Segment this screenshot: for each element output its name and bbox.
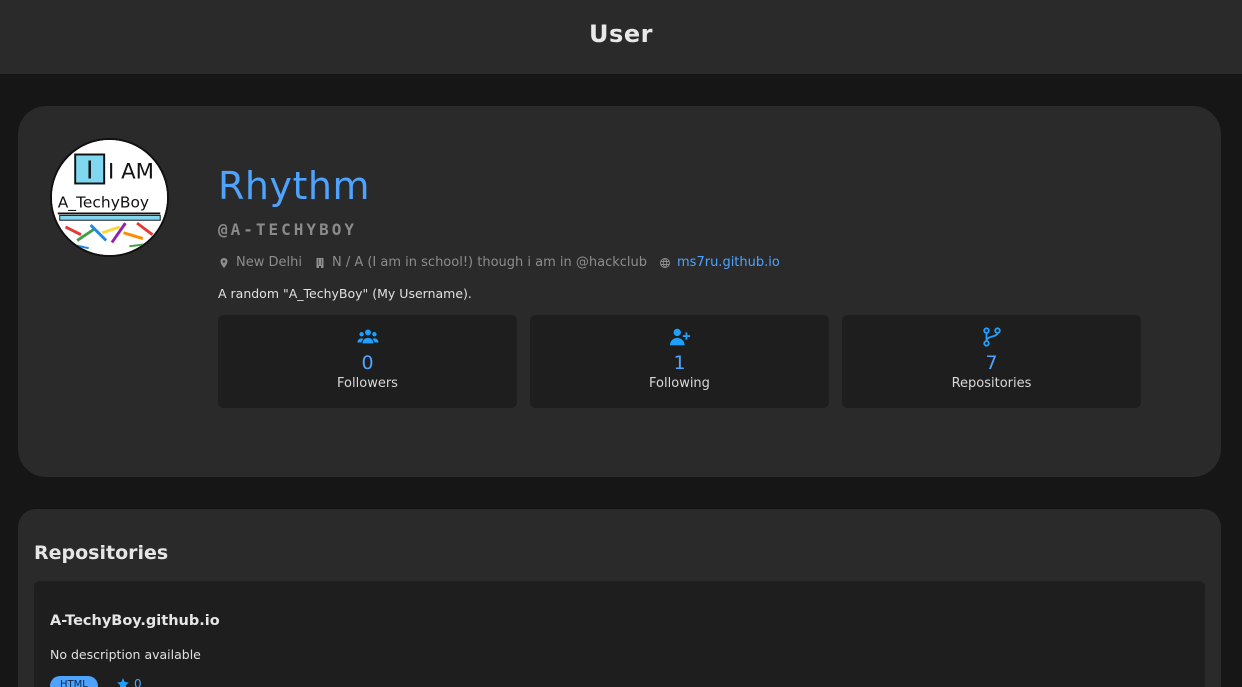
avatar-line1: I AM xyxy=(108,160,154,185)
followers-count: 0 xyxy=(361,352,374,374)
website: ms7ru.github.io xyxy=(659,255,780,270)
star-icon xyxy=(117,678,129,687)
repositories-title: Repositories xyxy=(34,542,169,564)
map-marker-icon xyxy=(220,257,228,268)
svg-text:I: I xyxy=(86,156,93,185)
repo-language-badge: HTML xyxy=(50,676,98,687)
repositories-label: Repositories xyxy=(951,376,1032,391)
repo-stars: 0 xyxy=(116,677,142,687)
company-text: N / A (I am in school!) though i am in @… xyxy=(331,255,648,270)
repositories-section: Repositories A-TechyBoy.github.io No des… xyxy=(18,509,1221,687)
globe-icon xyxy=(660,257,671,268)
location: New Delhi xyxy=(218,255,302,270)
building-icon xyxy=(316,257,324,268)
repo-name[interactable]: A-TechyBoy.github.io xyxy=(50,613,220,629)
repo-card[interactable]: A-TechyBoy.github.io No description avai… xyxy=(34,581,1205,687)
following-label: Following xyxy=(649,376,710,391)
following-count: 1 xyxy=(673,352,686,374)
stat-followers[interactable]: 0 Followers xyxy=(218,315,517,408)
profile-handle: @A-TECHYBOY xyxy=(218,220,357,239)
code-branch-icon xyxy=(982,327,1001,347)
repo-description: No description available xyxy=(50,647,201,662)
users-icon xyxy=(356,329,379,344)
profile-bio: A random "A_TechyBoy" (My Username). xyxy=(218,286,472,301)
location-text: New Delhi xyxy=(236,255,302,270)
followers-label: Followers xyxy=(337,376,398,391)
avatar-image: I I AM A_TechyBoy xyxy=(52,140,167,255)
avatar-line2: A_TechyBoy xyxy=(58,194,149,213)
repositories-count: 7 xyxy=(985,352,998,374)
profile-card: I I AM A_TechyBoy Rhythm @A-TECHYBOY New… xyxy=(18,106,1221,477)
avatar[interactable]: I I AM A_TechyBoy xyxy=(50,138,169,257)
profile-name: Rhythm xyxy=(218,164,370,208)
company: N / A (I am in school!) though i am in @… xyxy=(314,255,647,270)
stat-following[interactable]: 1 Following xyxy=(530,315,829,408)
page-title: User xyxy=(589,20,653,48)
stats-row: 0 Followers 1 Following 7 Repositories xyxy=(218,315,1141,408)
repo-stars-count: 0 xyxy=(134,677,142,687)
stat-repositories[interactable]: 7 Repositories xyxy=(842,315,1141,408)
user-plus-icon xyxy=(669,328,690,346)
website-link[interactable]: ms7ru.github.io xyxy=(677,255,780,270)
profile-meta: New Delhi N / A (I am in school!) though… xyxy=(218,255,792,270)
top-bar: User xyxy=(0,0,1242,74)
